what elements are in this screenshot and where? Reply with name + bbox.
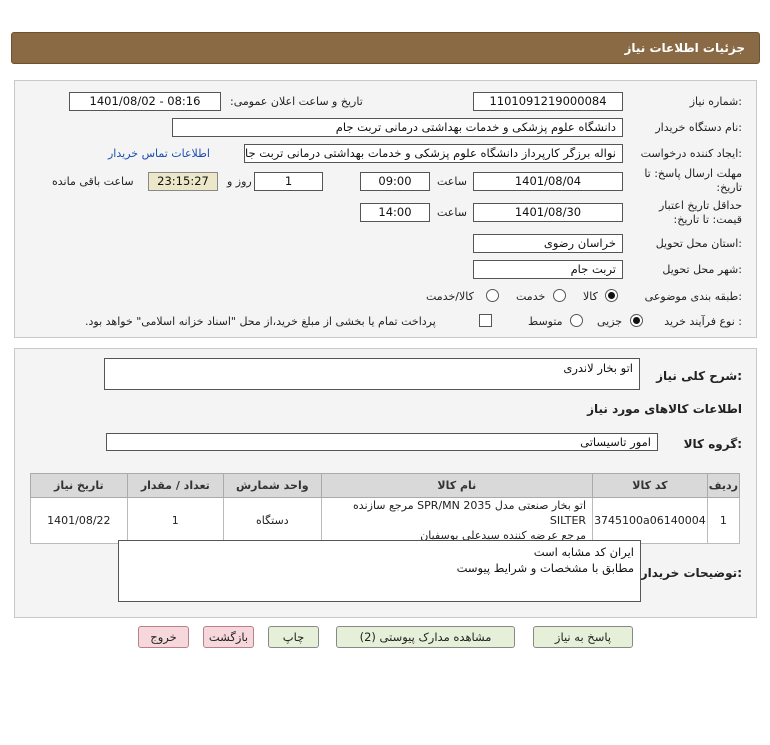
cell-date: 1401/08/22 (30, 497, 128, 544)
remaining-time-label: ساعت باقی مانده (52, 175, 134, 188)
category-option-goods-service: کالا/خدمت (426, 290, 474, 303)
need-summary-label: شرح کلی نیاز: (656, 369, 742, 383)
purchase-option-minor: جزیی (597, 315, 623, 328)
back-button[interactable]: بازگشت (203, 626, 254, 648)
days-label: روز و (227, 175, 252, 188)
reply-to-need-button[interactable]: پاسخ به نیاز (533, 626, 633, 648)
purchase-type-label: نوع فرآیند خرید : (664, 315, 742, 328)
cell-row: 1 (706, 497, 741, 544)
requester-label: ایجاد کننده درخواست: (640, 147, 742, 160)
print-button[interactable]: چاپ (268, 626, 319, 648)
category-option-goods: کالا (583, 290, 598, 303)
buyer-notes-field: ایران کد مشابه است مطابق با مشخصات و شرا… (118, 540, 641, 602)
days-field: 1 (254, 172, 323, 191)
category-radio-goods[interactable] (605, 289, 618, 302)
category-option-service: خدمت (516, 290, 546, 303)
buyer-notes-label: توضیحات خریدار: (640, 566, 742, 580)
cell-name: اتو بخار صنعتی مدل SPR/MN 2035 مرجع سازن… (320, 497, 594, 544)
goods-group-field: امور تاسیساتی (106, 433, 658, 451)
announce-field: 1401/08/02 - 08:16 (69, 92, 221, 111)
col-qty: تعداد / مقدار (126, 473, 224, 498)
treasury-note: پرداخت تمام یا بخشی از مبلغ خرید،از محل … (85, 315, 436, 328)
validity-time-field: 14:00 (360, 203, 430, 222)
purchase-option-medium: متوسط (528, 315, 563, 328)
category-radio-goods-service[interactable] (486, 289, 499, 302)
deadline-label: مهلت ارسال پاسخ: تا تاریخ: (644, 167, 742, 194)
goods-group-label: گروه کالا: (683, 437, 742, 451)
buyer-contact-link[interactable]: اطلاعات تماس خریدار (108, 147, 210, 160)
need-number-label: شماره نیاز: (689, 95, 742, 108)
purchase-radio-minor[interactable] (630, 314, 643, 327)
validity-date-field: 1401/08/30 (473, 203, 623, 222)
goods-table: ردیف کد کالا نام کالا واحد شمارش تعداد /… (30, 473, 741, 544)
col-code: کد کالا (592, 473, 708, 498)
validity-time-label: ساعت (437, 206, 467, 219)
category-label: طبقه بندی موضوعی: (644, 290, 742, 303)
requester-field: نواله برزگر كارپرداز دانشگاه علوم پزشكی … (244, 144, 623, 163)
page-title: جزئیات اطلاعات نیاز (624, 41, 745, 55)
buyer-notes-line2: مطابق با مشخصات و شرایط پیوست (456, 561, 634, 575)
validity-label: حداقل تاریخ اعتبار قیمت: تا تاریخ: (658, 199, 742, 226)
cell-code: 3745100a06140004 (592, 497, 708, 544)
col-unit: واحد شمارش (222, 473, 322, 498)
exit-button[interactable]: خروج (138, 626, 189, 648)
cell-unit: دستگاه (222, 497, 322, 544)
cell-qty: 1 (126, 497, 224, 544)
need-number-field: 1101091219000084 (473, 92, 623, 111)
buyer-notes-line1: ایران کد مشابه است (533, 545, 634, 559)
treasury-checkbox[interactable] (479, 314, 492, 327)
page-header: جزئیات اطلاعات نیاز (11, 32, 760, 64)
city-field: تربت جام (473, 260, 623, 279)
buyer-org-field: دانشگاه علوم پزشكی و خدمات بهداشتی درمان… (172, 118, 623, 137)
col-name: نام کالا (320, 473, 594, 498)
announce-label: تاریخ و ساعت اعلان عمومی: (230, 95, 363, 108)
view-attachments-button[interactable]: مشاهده مدارک پیوستی (2) (336, 626, 515, 648)
table-row: 1 3745100a06140004 اتو بخار صنعتی مدل SP… (30, 497, 741, 544)
province-field: خراسان رضوی (473, 234, 623, 253)
col-row: ردیف (706, 473, 741, 498)
cell-name-line1: اتو بخار صنعتی مدل SPR/MN 2035 مرجع سازن… (353, 499, 587, 527)
buyer-org-label: نام دستگاه خریدار: (655, 121, 742, 134)
need-summary-field: اتو بخار لاندری (104, 358, 640, 390)
remaining-time-field: 23:15:27 (148, 172, 218, 191)
goods-section-title: اطلاعات کالاهای مورد نیاز (587, 402, 742, 416)
province-label: استان محل تحویل: (655, 237, 742, 250)
deadline-date-field: 1401/08/04 (473, 172, 623, 191)
city-label: شهر محل تحویل: (662, 263, 742, 276)
deadline-time-field: 09:00 (360, 172, 430, 191)
category-radio-service[interactable] (553, 289, 566, 302)
goods-table-header: ردیف کد کالا نام کالا واحد شمارش تعداد /… (30, 473, 741, 498)
col-date: تاریخ نیاز (30, 473, 128, 498)
purchase-radio-medium[interactable] (570, 314, 583, 327)
deadline-time-label: ساعت (437, 175, 467, 188)
